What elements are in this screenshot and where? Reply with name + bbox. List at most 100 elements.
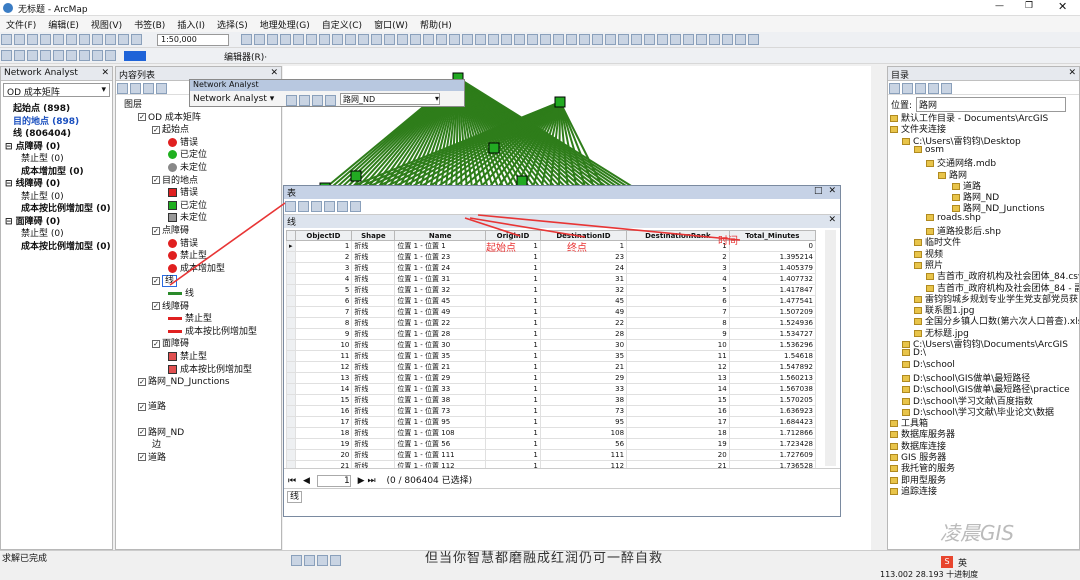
catalog-item[interactable]: D:\school bbox=[902, 360, 955, 372]
catalog-item[interactable]: 道路 bbox=[952, 179, 981, 192]
catalog-item[interactable]: 我托管的服务 bbox=[890, 461, 955, 474]
arrow-time bbox=[477, 214, 741, 241]
folder-icon bbox=[902, 360, 910, 368]
folder-icon bbox=[890, 431, 898, 439]
watermark: 凌晨GIS bbox=[940, 521, 1015, 545]
catalog-item[interactable]: C:\Users\雷钧钧\Desktop bbox=[902, 134, 1021, 147]
catalog-item[interactable]: GIS 服务器 bbox=[890, 450, 946, 463]
layout-view-icon[interactable] bbox=[291, 555, 302, 566]
catalog-item[interactable]: 路网_ND_Junctions bbox=[952, 201, 1045, 214]
catalog-item[interactable]: 路网_ND bbox=[952, 190, 999, 203]
arrow-origin bbox=[464, 217, 521, 237]
folder-icon bbox=[914, 329, 922, 337]
data-view-icon[interactable] bbox=[304, 555, 315, 566]
catalog-item[interactable]: osm bbox=[914, 145, 944, 157]
catalog-item[interactable]: 全国分乡镇人口数(第六次人口普查).xls bbox=[914, 314, 1079, 327]
catalog-item[interactable]: 视频 bbox=[914, 247, 943, 260]
catalog-label: 追踪连接 bbox=[901, 486, 938, 497]
catalog-item[interactable]: 雷钧钧城乡规划专业学生党支部党员获 bbox=[914, 292, 1078, 305]
folder-icon bbox=[890, 126, 898, 134]
folder-icon bbox=[914, 318, 922, 326]
catalog-item[interactable]: 数据库服务器 bbox=[890, 427, 955, 440]
folder-icon bbox=[914, 295, 922, 303]
folder-icon bbox=[926, 228, 934, 235]
catalog-title: 目录 bbox=[891, 71, 910, 81]
coordinates-readout: 113.002 28.193 十进制度 bbox=[880, 570, 979, 579]
folder-icon bbox=[902, 386, 910, 394]
ime-mode[interactable]: 英 bbox=[958, 556, 967, 569]
folder-icon bbox=[952, 205, 960, 213]
catalog-item[interactable]: D:\school\GIS做单\最短路径 bbox=[902, 371, 1030, 384]
catalog-location: 位置: 路网 bbox=[888, 95, 1079, 112]
annotation-origin: 起始点 bbox=[486, 241, 516, 254]
folder-icon bbox=[890, 454, 898, 461]
folder-icon bbox=[926, 273, 934, 281]
folder-icon bbox=[890, 420, 898, 428]
folder-icon bbox=[890, 442, 898, 450]
catalog-item[interactable]: D:\school\学习文献\百度指数 bbox=[902, 394, 1033, 407]
catalog-label: D:\ bbox=[913, 348, 926, 359]
folder-icon bbox=[890, 487, 898, 495]
folder-icon bbox=[952, 194, 960, 202]
catalog-item[interactable]: C:\Users\雷钧钧\Documents\ArcGIS bbox=[902, 337, 1068, 350]
catalog-item[interactable]: 追踪连接 bbox=[890, 484, 938, 497]
annotation-time: 时间 bbox=[718, 234, 738, 247]
folder-icon bbox=[902, 137, 910, 145]
catalog-item[interactable]: D:\school\学习文献\毕业论文\数据 bbox=[902, 405, 1054, 418]
catalog-item[interactable]: roads.shp bbox=[926, 213, 981, 225]
close-icon[interactable]: ✕ bbox=[1068, 68, 1076, 78]
folder-icon bbox=[914, 239, 922, 247]
catalog-item[interactable]: 即用型服务 bbox=[890, 473, 946, 486]
location-label: 位置: bbox=[891, 101, 913, 111]
catalog-item[interactable]: 路网 bbox=[938, 168, 967, 181]
folder-icon bbox=[914, 250, 922, 258]
catalog-item[interactable]: 文件夹连接 bbox=[890, 122, 946, 135]
folder-icon bbox=[926, 160, 934, 168]
catalog-label: osm bbox=[925, 144, 944, 155]
catalog-label: D:\school\学习文献\毕业论文\数据 bbox=[913, 407, 1054, 418]
arrow-destination bbox=[469, 217, 586, 238]
catalog-item[interactable]: 照片 bbox=[914, 258, 943, 271]
catalog-item[interactable]: 联系图1.jpg bbox=[914, 303, 975, 316]
annotation-destination: 终点 bbox=[567, 241, 587, 254]
folder-icon bbox=[914, 261, 922, 269]
catalog-item[interactable]: 临时文件 bbox=[914, 235, 961, 248]
catalog-header: 目录 ✕ bbox=[888, 67, 1079, 81]
catalog-item[interactable]: 数据库连接 bbox=[890, 439, 946, 452]
folder-icon bbox=[914, 307, 922, 315]
refresh-icon[interactable] bbox=[317, 555, 328, 566]
catalog-item[interactable]: 无标题.jpg bbox=[914, 326, 969, 339]
catalog-window: 目录 ✕ 位置: 路网 默认工作目录 - Documents\ArcGIS 文件夹连接… bbox=[887, 66, 1080, 550]
folder-icon bbox=[890, 465, 898, 473]
folder-icon bbox=[902, 374, 910, 382]
catalog-item[interactable]: D:\school\GIS做单\最短路径\practice bbox=[902, 382, 1070, 395]
catalog-item[interactable]: 吉首市_政府机构及社会团体_84 - 副本 bbox=[926, 281, 1079, 294]
catalog-item[interactable]: 工具箱 bbox=[890, 416, 928, 429]
folder-icon bbox=[902, 349, 910, 357]
folder-icon bbox=[902, 408, 910, 416]
folder-icon bbox=[890, 476, 898, 484]
catalog-toolbar bbox=[888, 81, 1079, 95]
folder-icon bbox=[926, 284, 934, 292]
folder-icon bbox=[938, 171, 946, 179]
catalog-item[interactable]: D:\ bbox=[902, 348, 926, 360]
ime-logo-icon: S bbox=[941, 556, 953, 568]
folder-icon bbox=[926, 213, 934, 221]
folder-icon bbox=[914, 145, 922, 153]
folder-icon bbox=[890, 115, 898, 122]
catalog-label: roads.shp bbox=[937, 212, 981, 223]
location-input[interactable]: 路网 bbox=[916, 97, 1067, 112]
folder-icon bbox=[902, 341, 910, 348]
folder-icon bbox=[902, 397, 910, 405]
catalog-item[interactable]: 吉首市_政府机构及社会团体_84.csv bbox=[926, 269, 1079, 282]
catalog-item[interactable]: 默认工作目录 - Documents\ArcGIS bbox=[890, 111, 1048, 124]
pause-icon[interactable] bbox=[330, 555, 341, 566]
catalog-item[interactable]: 道路投影后.shp bbox=[926, 224, 1001, 237]
catalog-label: D:\school bbox=[913, 359, 955, 370]
catalog-item[interactable]: 交通网络.mdb bbox=[926, 156, 996, 169]
catalog-label: C:\Users\雷钧钧\Documents\ArcGIS bbox=[913, 340, 1068, 350]
video-subtitle: 但当你智慧都磨融成红润仍可一醉自救 bbox=[425, 551, 664, 566]
arrow-to-table bbox=[169, 202, 286, 286]
status-text: 求解已完成 bbox=[2, 554, 48, 564]
folder-icon bbox=[952, 182, 960, 190]
